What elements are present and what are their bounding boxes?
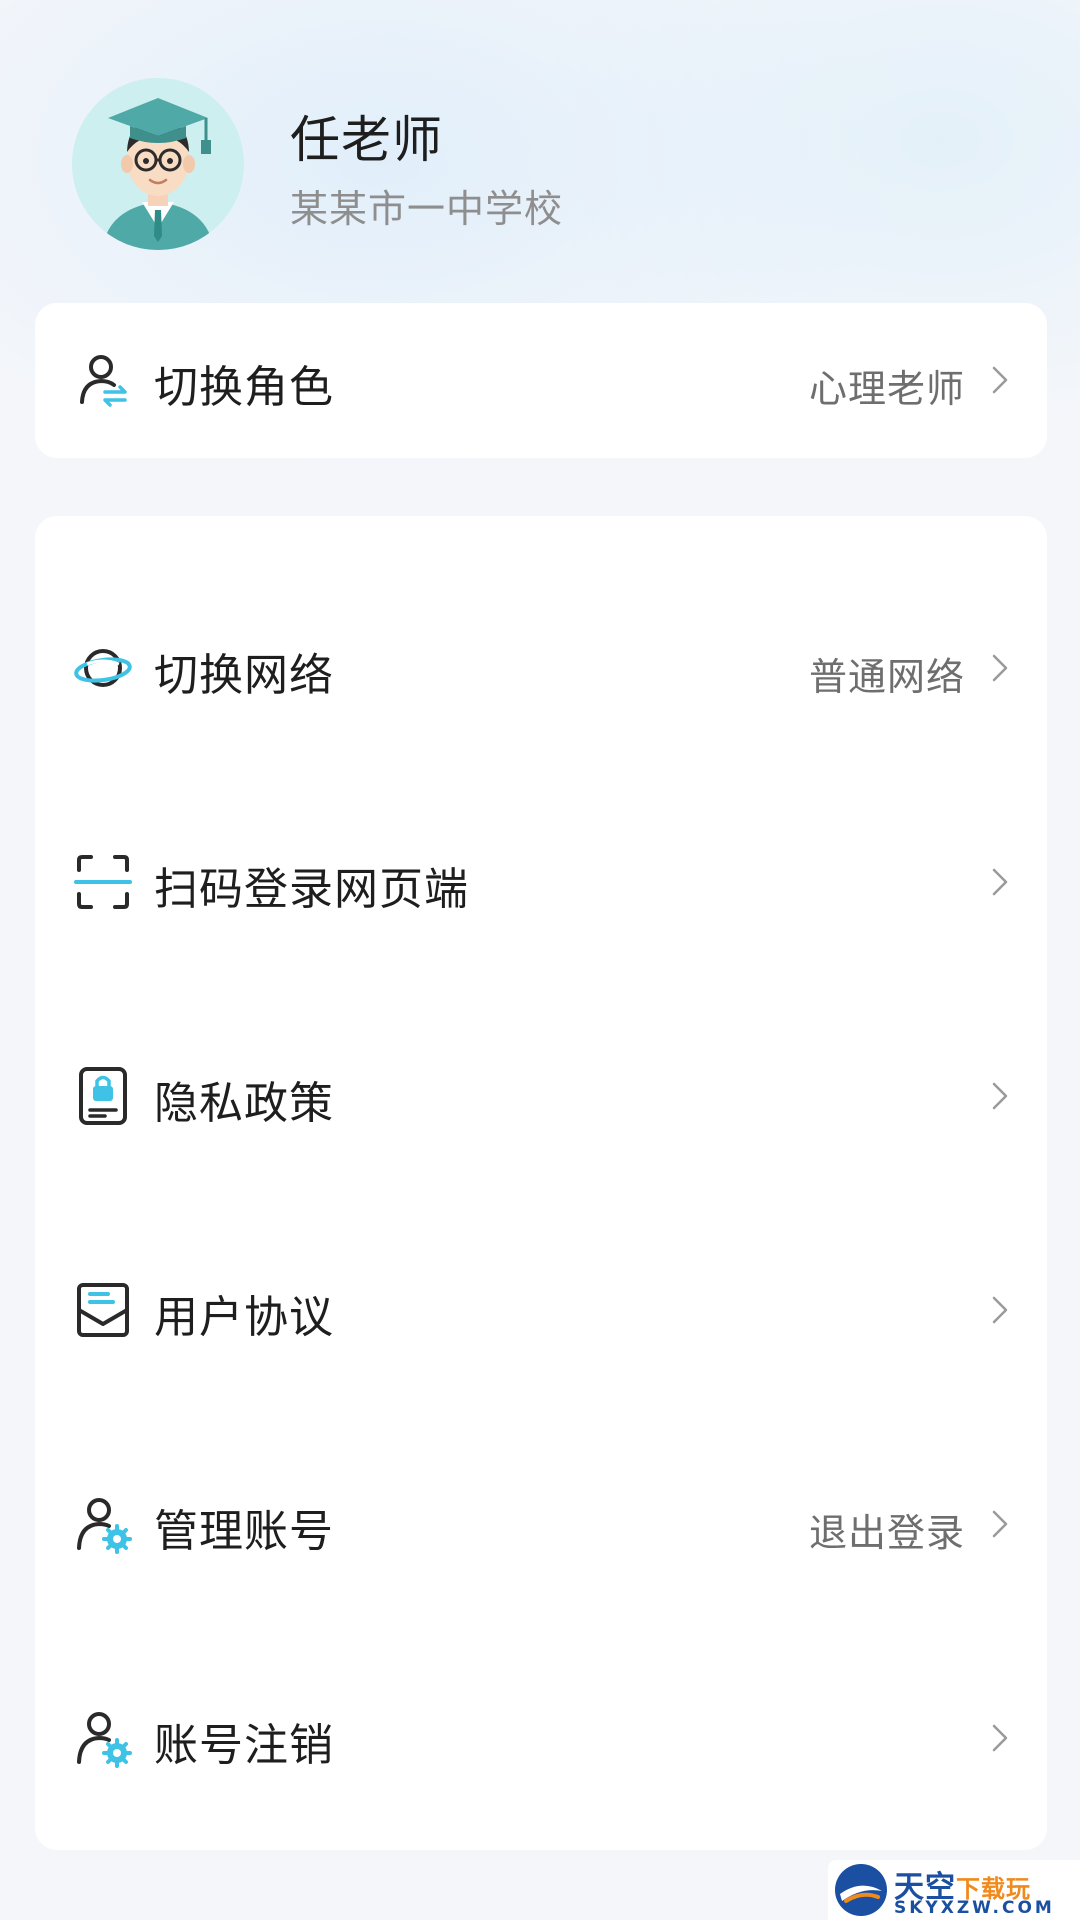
teacher-avatar-icon xyxy=(72,78,244,250)
profile-header[interactable]: 任老师 某某市一中学校 xyxy=(72,78,972,258)
network-planet-icon xyxy=(73,638,133,698)
switch-role-label: 切换角色 xyxy=(154,362,334,413)
manage-account-label: 管理账号 xyxy=(154,1506,334,1557)
chevron-right-icon xyxy=(991,365,1009,395)
avatar[interactable] xyxy=(72,78,244,250)
chevron-right-icon xyxy=(991,1295,1009,1325)
chevron-right-icon xyxy=(991,1723,1009,1753)
chevron-right-icon xyxy=(991,1081,1009,1111)
role-card: 切换角色 心理老师 xyxy=(35,303,1047,458)
sky-logo-icon xyxy=(835,1864,887,1916)
chevron-right-icon xyxy=(991,653,1009,683)
agreement-mail-icon xyxy=(73,1280,133,1340)
site-watermark: 天空下载玩 SKYXZW.COM xyxy=(828,1860,1080,1920)
chevron-right-icon xyxy=(991,1509,1009,1539)
chevron-right-icon xyxy=(991,867,1009,897)
cancel-account-label: 账号注销 xyxy=(154,1720,334,1771)
switch-role-row[interactable]: 切换角色 心理老师 xyxy=(35,325,1047,435)
logout-value: 退出登录 xyxy=(808,1511,965,1555)
switch-network-row[interactable]: 切换网络 普通网络 xyxy=(35,613,1047,723)
current-role-value: 心理老师 xyxy=(808,367,965,411)
current-network-value: 普通网络 xyxy=(808,655,965,699)
privacy-policy-label: 隐私政策 xyxy=(154,1078,334,1129)
manage-account-row[interactable]: 管理账号 退出登录 xyxy=(35,1469,1047,1579)
privacy-policy-row[interactable]: 隐私政策 xyxy=(35,1041,1047,1151)
user-agreement-label: 用户协议 xyxy=(154,1292,334,1343)
scan-login-label: 扫码登录网页端 xyxy=(154,864,469,915)
scan-icon xyxy=(73,852,133,912)
watermark-domain: SKYXZW.COM xyxy=(894,1898,1055,1918)
profile-name: 任老师 xyxy=(290,111,443,169)
cancel-account-row[interactable]: 账号注销 xyxy=(35,1683,1047,1793)
settings-menu-card: 切换网络 普通网络 扫码登录网页端 隐私政策 用户协议 管理账号 退出登录 账号… xyxy=(35,516,1047,1850)
user-gear-icon xyxy=(73,1494,133,1554)
scan-login-row[interactable]: 扫码登录网页端 xyxy=(35,827,1047,937)
profile-school: 某某市一中学校 xyxy=(290,187,564,231)
user-switch-icon xyxy=(73,350,133,410)
user-gear-icon xyxy=(73,1708,133,1768)
user-agreement-row[interactable]: 用户协议 xyxy=(35,1255,1047,1365)
privacy-lock-icon xyxy=(73,1066,133,1126)
switch-network-label: 切换网络 xyxy=(154,650,334,701)
settings-page: 任老师 某某市一中学校 切换角色 心理老师 切换网络 普通网络 扫码登录网页端 … xyxy=(0,0,1080,1920)
